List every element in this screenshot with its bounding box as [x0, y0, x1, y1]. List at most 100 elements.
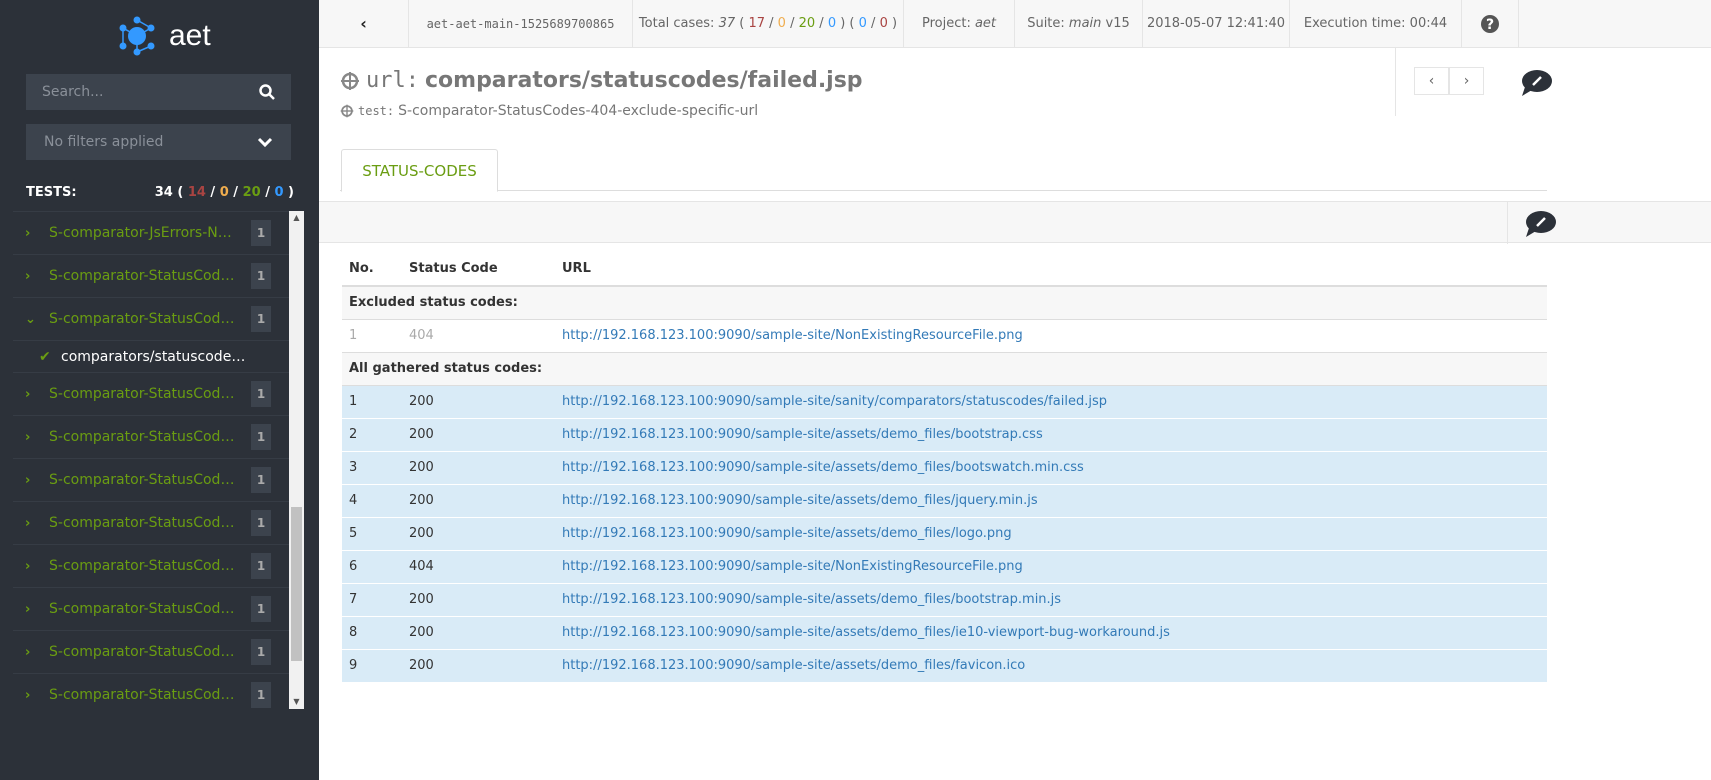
row-url-link[interactable]: http://192.168.123.100:9090/sample-site/…	[562, 328, 1023, 343]
test-list-item[interactable]: › S-comparator-StatusCode... 1	[13, 545, 289, 588]
test-list-item[interactable]: › S-comparator-StatusCode... 1	[13, 416, 289, 459]
row-url-link[interactable]: http://192.168.123.100:9090/sample-site/…	[562, 658, 1025, 673]
chevron-right-icon: ›	[25, 644, 31, 660]
chevron-right-icon: ›	[25, 429, 31, 445]
project-value: aet	[974, 16, 997, 31]
tests-counts: 34 ( 14 / 0 / 20 / 0 )	[154, 185, 294, 200]
chevron-right-icon: ›	[25, 386, 31, 402]
tab-status-codes[interactable]: STATUS-CODES	[341, 149, 498, 192]
row-url-link[interactable]: http://192.168.123.100:9090/sample-site/…	[562, 625, 1170, 640]
tests-failed: 14	[187, 185, 206, 200]
column-header-no: No.	[342, 252, 402, 287]
suite: Suite: main v15	[1015, 0, 1143, 48]
total-cases: Total cases: 37 ( 17 / 0 / 20 / 0 ) ( 0 …	[633, 0, 904, 48]
total-failed: 17	[748, 16, 766, 31]
chevron-left-icon: ‹	[360, 14, 367, 33]
test-list-item[interactable]: › S-comparator-StatusCode... 1	[13, 588, 289, 631]
row-no: 1	[342, 319, 402, 353]
search-input[interactable]	[42, 84, 242, 100]
row-status-code: 404	[402, 550, 555, 584]
logo[interactable]: aet	[115, 14, 211, 58]
test-list-item[interactable]: › S-comparator-StatusCode... 1	[13, 674, 289, 711]
prev-url-button[interactable]: ‹	[1414, 67, 1449, 95]
row-status-code: 200	[402, 583, 555, 617]
url-name: comparators/statuscodes...	[61, 348, 251, 365]
table-row: 6 404 http://192.168.123.100:9090/sample-s…	[342, 550, 1547, 584]
row-status-code: 200	[402, 451, 555, 485]
row-no: 3	[342, 451, 402, 485]
row-no: 6	[342, 550, 402, 584]
row-url-link[interactable]: http://192.168.123.100:9090/sample-site/…	[562, 526, 1012, 541]
test-name: S-comparator-StatusCode...	[49, 386, 239, 402]
scroll-down-icon[interactable]: ▼	[289, 695, 304, 709]
execution-date: 2018-05-07 12:41:40	[1143, 0, 1290, 48]
test-name: S-comparator-StatusCode...	[49, 472, 239, 488]
row-url-link[interactable]: http://192.168.123.100:9090/sample-site/…	[562, 493, 1038, 508]
test-url-count: 1	[251, 510, 271, 536]
back-button[interactable]: ‹	[319, 0, 409, 48]
test-name: S-comparator-StatusCode...	[49, 515, 239, 531]
test-name: S-comparator-StatusCode...	[49, 644, 239, 660]
tests-summary: TESTS: 34 ( 14 / 0 / 20 / 0 )	[26, 185, 294, 200]
test-list-item[interactable]: › S-comparator-StatusCode... 1	[13, 255, 289, 298]
row-status-code: 200	[402, 418, 555, 452]
test-list-item[interactable]: › S-comparator-JsErrors-NO... 1	[13, 212, 289, 255]
table-row: 1 200 http://192.168.123.100:9090/sample-s…	[342, 385, 1547, 419]
crosshair-icon	[341, 71, 359, 90]
row-url-link[interactable]: http://192.168.123.100:9090/sample-site/…	[562, 592, 1061, 607]
execution-time: Execution time: 00:44	[1290, 0, 1462, 48]
suite-id: aet-aet-main-1525689700865	[409, 0, 633, 48]
test-list-item[interactable]: ⌄ S-comparator-StatusCode... 1	[13, 298, 289, 341]
test-list-item[interactable]: › S-comparator-StatusCode... 1	[13, 502, 289, 545]
tests-rebased: 0	[274, 185, 284, 200]
filter-dropdown[interactable]: No filters applied	[26, 124, 291, 160]
status-codes-table: No. Status Code URL Excluded status code…	[342, 252, 1547, 683]
divider	[1395, 48, 1396, 116]
test-url-count: 1	[251, 553, 271, 579]
scroll-up-icon[interactable]: ▲	[289, 211, 304, 225]
test-list-item[interactable]: › S-comparator-StatusCode... 1	[13, 459, 289, 502]
comment-icon[interactable]	[1520, 69, 1552, 97]
test-list-item[interactable]: › S-comparator-StatusCode... 1	[13, 373, 289, 416]
comment-icon[interactable]	[1524, 210, 1556, 238]
test-url-count: 1	[251, 263, 271, 289]
tests-warning: 0	[219, 185, 229, 200]
column-header-status-code: Status Code	[402, 252, 555, 287]
table-row: 5 200 http://192.168.123.100:9090/sample-s…	[342, 517, 1547, 551]
test-key: test:	[358, 104, 395, 118]
test-url-item[interactable]: ✔ comparators/statuscodes...	[13, 341, 289, 373]
top-bar: ‹ aet-aet-main-1525689700865 Total cases…	[319, 0, 1711, 48]
scrollbar[interactable]: ▲ ▼	[289, 211, 304, 709]
row-url-link[interactable]: http://192.168.123.100:9090/sample-site/…	[562, 394, 1107, 409]
search-icon[interactable]	[259, 84, 275, 100]
url-key: url:	[366, 68, 419, 93]
url-navigation: ‹ ›	[1414, 67, 1484, 95]
aet-logo-icon	[119, 16, 155, 56]
test-name: S-comparator-StatusCode...	[49, 311, 239, 327]
test-name: S-comparator-StatusCode...	[49, 687, 239, 703]
help-button[interactable]: ?	[1462, 0, 1519, 48]
project-label: Project:	[921, 16, 971, 31]
row-no: 7	[342, 583, 402, 617]
row-url-link[interactable]: http://192.168.123.100:9090/sample-site/…	[562, 559, 1023, 574]
test-name: S-comparator-StatusCode...	[49, 268, 239, 284]
scrollbar-thumb[interactable]	[291, 507, 302, 661]
table-row: 9 200 http://192.168.123.100:9090/sample-s…	[342, 649, 1547, 683]
chevron-right-icon: ›	[25, 268, 31, 284]
row-no: 2	[342, 418, 402, 452]
row-status-code: 200	[402, 484, 555, 518]
tests-total: 34	[154, 185, 173, 200]
total-extra1: 0	[858, 16, 867, 31]
row-status-code: 200	[402, 616, 555, 650]
test-url-count: 1	[251, 682, 271, 708]
test-value: S-comparator-StatusCodes-404-exclude-spe…	[398, 103, 759, 119]
next-url-button[interactable]: ›	[1449, 67, 1484, 95]
test-list-item[interactable]: › S-comparator-StatusCode... 1	[13, 631, 289, 674]
suite-value: main	[1068, 16, 1102, 31]
table-row: 1 404 http://192.168.123.100:9090/sample-s…	[342, 319, 1547, 353]
total-label: Total cases:	[638, 16, 715, 31]
row-url-link[interactable]: http://192.168.123.100:9090/sample-site/…	[562, 427, 1043, 442]
row-url-link[interactable]: http://192.168.123.100:9090/sample-site/…	[562, 460, 1084, 475]
total-extra2: 0	[879, 16, 888, 31]
test-url-count: 1	[251, 381, 271, 407]
